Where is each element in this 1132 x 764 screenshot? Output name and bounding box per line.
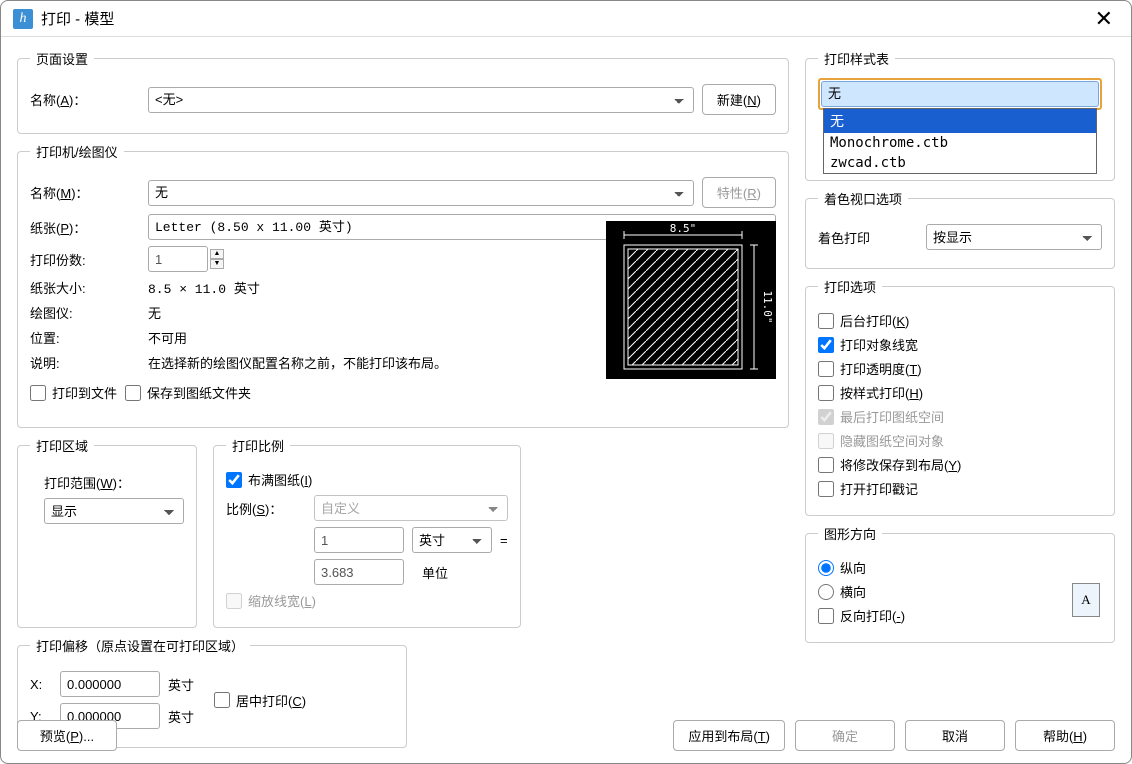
desc-label: 说明: — [30, 353, 140, 372]
location-label: 位置: — [30, 328, 140, 347]
fit-to-paper-check[interactable]: 布满图纸(I) — [226, 470, 508, 489]
plot-style-legend: 打印样式表 — [818, 49, 895, 68]
center-plot-check[interactable]: 居中打印(C) — [214, 691, 306, 710]
copies-label: 打印份数: — [30, 250, 140, 269]
print-scale-legend: 打印比例 — [226, 436, 290, 455]
upside-down-check[interactable]: 反向打印(-) — [818, 606, 1102, 625]
scale-label: 比例(S)： — [226, 499, 306, 518]
hide-ps-check[interactable]: 隐藏图纸空间对象 — [818, 431, 1102, 450]
scale-numerator-input[interactable] — [314, 527, 404, 553]
print-area-group: 打印区域 打印范围(W)： 显示 — [17, 436, 197, 628]
printer-props-button[interactable]: 特性(R) — [702, 177, 776, 208]
shaded-label: 着色打印 — [818, 228, 918, 247]
cancel-button[interactable]: 取消 — [905, 720, 1005, 751]
plot-style-select-wrapper: 无 无 Monochrome.ctb zwcad.ctb — [818, 78, 1102, 110]
page-setup-legend: 页面设置 — [30, 49, 94, 68]
orientation-legend: 图形方向 — [818, 524, 882, 543]
scale-lineweight-check[interactable]: 缩放线宽(L) — [226, 591, 508, 610]
printer-name-select[interactable]: 无 — [148, 180, 694, 206]
paperspace-last-check[interactable]: 最后打印图纸空间 — [818, 407, 1102, 426]
plot-style-option-monochrome[interactable]: Monochrome.ctb — [824, 133, 1096, 153]
pagesetup-name-label: 名称(A)： — [30, 90, 140, 109]
offset-legend: 打印偏移（原点设置在可打印区域） — [30, 636, 250, 655]
portrait-radio[interactable]: 纵向 — [818, 558, 1102, 577]
print-range-select[interactable]: 显示 — [44, 498, 184, 524]
window-title: 打印 - 模型 — [41, 8, 114, 29]
location-value: 不可用 — [148, 328, 187, 347]
plot-style-select[interactable]: 无 — [821, 81, 1099, 107]
scale-denominator-input[interactable] — [314, 559, 404, 585]
orientation-icon: A — [1072, 583, 1100, 617]
printer-group: 打印机/绘图仪 名称(M)： 无 特性(R) 纸张(P)： Letter (8.… — [17, 142, 789, 428]
page-setup-group: 页面设置 名称(A)： <无> 新建(N) — [17, 49, 789, 134]
paper-preview: 8.5" 11.0" — [606, 221, 776, 379]
svg-text:11.0": 11.0" — [761, 290, 774, 323]
copies-up[interactable]: ▲ — [210, 249, 224, 259]
shaded-select[interactable]: 按显示 — [926, 224, 1102, 250]
help-button[interactable]: 帮助(H) — [1015, 720, 1115, 751]
plot-options-group: 打印选项 后台打印(K) 打印对象线宽 打印透明度(T) 按样式打印(H) 最后… — [805, 277, 1115, 516]
offset-x-label: X: — [30, 677, 52, 692]
copies-down[interactable]: ▼ — [210, 259, 224, 269]
papersize-value: 8.5 × 11.0 英寸 — [148, 278, 260, 297]
plot-by-style-check[interactable]: 按样式打印(H) — [818, 383, 1102, 402]
plot-lw-check[interactable]: 打印对象线宽 — [818, 335, 1102, 354]
plotter-value: 无 — [148, 303, 161, 322]
scale-unit-label: 单位 — [422, 563, 448, 582]
orientation-group: 图形方向 纵向 横向 反向打印(-) A — [805, 524, 1115, 643]
svg-text:8.5": 8.5" — [670, 222, 697, 235]
copies-input[interactable] — [148, 246, 208, 272]
app-icon: h — [13, 9, 33, 29]
print-scale-group: 打印比例 布满图纸(I) 比例(S)： 自定义 英寸 = — [213, 436, 521, 628]
paper-label: 纸张(P)： — [30, 218, 140, 237]
papersize-label: 纸张大小: — [30, 278, 140, 297]
apply-to-layout-button[interactable]: 应用到布局(T) — [673, 720, 785, 751]
desc-value: 在选择新的绘图仪配置名称之前，不能打印该布局。 — [148, 353, 447, 372]
ok-button[interactable]: 确定 — [795, 720, 895, 751]
plot-style-group: 打印样式表 无 无 Monochrome.ctb zwcad.ctb — [805, 49, 1115, 181]
plot-style-option-none[interactable]: 无 — [824, 109, 1096, 133]
print-to-file-check[interactable]: 打印到文件 — [30, 383, 117, 402]
new-pagesetup-button[interactable]: 新建(N) — [702, 84, 776, 115]
plot-trans-check[interactable]: 打印透明度(T) — [818, 359, 1102, 378]
equals-sign: = — [500, 533, 508, 548]
scale-select[interactable]: 自定义 — [314, 495, 508, 521]
printer-legend: 打印机/绘图仪 — [30, 142, 124, 161]
plot-style-option-zwcad[interactable]: zwcad.ctb — [824, 153, 1096, 173]
close-button[interactable]: ✕ — [1089, 6, 1119, 32]
preview-button[interactable]: 预览(P)... — [17, 720, 117, 751]
plotter-label: 绘图仪: — [30, 303, 140, 322]
offset-x-input[interactable] — [60, 671, 160, 697]
save-to-folder-check[interactable]: 保存到图纸文件夹 — [125, 383, 251, 402]
bg-plot-check[interactable]: 后台打印(K) — [818, 311, 1102, 330]
save-layout-check[interactable]: 将修改保存到布局(Y) — [818, 455, 1102, 474]
print-range-label: 打印范围(W)： — [44, 473, 184, 492]
shaded-viewport-group: 着色视口选项 着色打印 按显示 — [805, 189, 1115, 269]
shaded-legend: 着色视口选项 — [818, 189, 908, 208]
plot-stamp-check[interactable]: 打开打印戳记 — [818, 479, 1102, 498]
plot-options-legend: 打印选项 — [818, 277, 882, 296]
offset-x-unit: 英寸 — [168, 675, 194, 694]
printer-name-label: 名称(M)： — [30, 183, 140, 202]
pagesetup-name-select[interactable]: <无> — [148, 87, 694, 113]
scale-unit-select[interactable]: 英寸 — [412, 527, 492, 553]
plot-style-dropdown-list: 无 Monochrome.ctb zwcad.ctb — [823, 108, 1097, 174]
landscape-radio[interactable]: 横向 — [818, 582, 1102, 601]
print-area-legend: 打印区域 — [30, 436, 94, 455]
